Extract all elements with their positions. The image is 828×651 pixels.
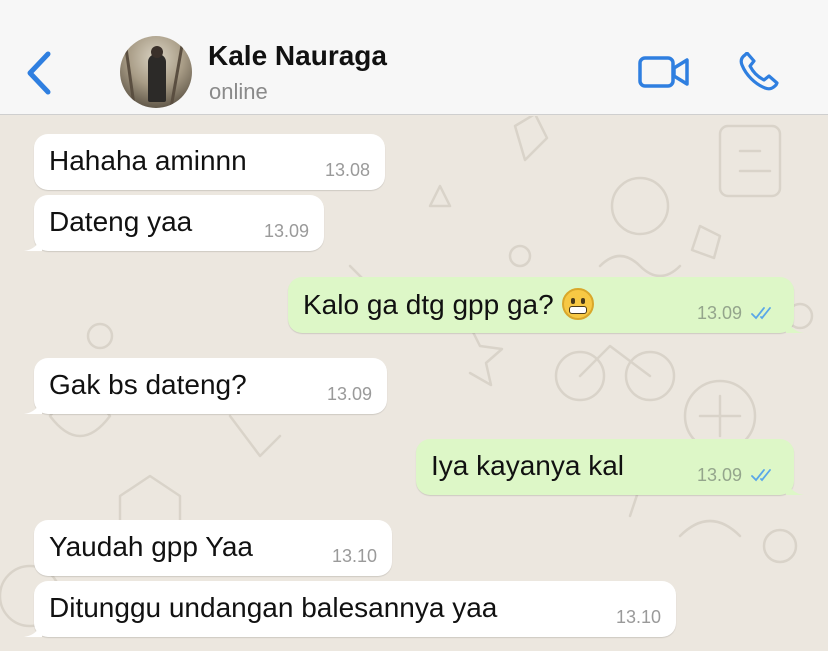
message-text: Gak bs dateng? bbox=[49, 369, 247, 400]
message-bubble-incoming[interactable]: Gak bs dateng? 13.09 bbox=[24, 358, 387, 414]
message-time: 13.08 bbox=[324, 160, 370, 180]
chevron-left-icon[interactable] bbox=[22, 50, 56, 96]
message-text: Hahaha aminnn bbox=[49, 145, 247, 176]
message-text: Ditunggu undangan balesannya yaa bbox=[49, 592, 498, 623]
grimacing-face-emoji bbox=[561, 288, 594, 320]
phone-icon[interactable] bbox=[738, 52, 780, 92]
message-bubble-outgoing[interactable]: Kalo ga dtg gpp ga? 13.09 bbox=[288, 277, 804, 333]
message-bubble-outgoing[interactable]: Iya kayanya kal 13.09 bbox=[416, 439, 804, 495]
double-check-icon bbox=[751, 469, 771, 482]
message-bubble-incoming[interactable]: Yaudah gpp Yaa 13.10 bbox=[34, 520, 392, 576]
chat-header: Kale Nauraga online bbox=[0, 0, 828, 115]
message-text: Yaudah gpp Yaa bbox=[49, 531, 253, 562]
message-time: 13.10 bbox=[615, 607, 661, 627]
message-time: 13.09 bbox=[696, 465, 742, 485]
message-bubble-incoming[interactable]: Dateng yaa 13.09 bbox=[24, 195, 324, 251]
avatar[interactable] bbox=[120, 36, 192, 108]
double-check-icon bbox=[751, 307, 771, 320]
message-time: 13.09 bbox=[326, 384, 372, 404]
message-bubble-incoming[interactable]: Hahaha aminnn 13.08 bbox=[34, 134, 385, 190]
message-text: Dateng yaa bbox=[49, 206, 193, 237]
message-bubble-incoming[interactable]: Ditunggu undangan balesannya yaa 13.10 bbox=[24, 581, 676, 637]
contact-name[interactable]: Kale Nauraga bbox=[208, 40, 387, 72]
message-time: 13.09 bbox=[696, 303, 742, 323]
contact-status: online bbox=[209, 79, 268, 104]
message-time: 13.10 bbox=[331, 546, 377, 566]
message-text: Iya kayanya kal bbox=[431, 450, 624, 481]
message-time: 13.09 bbox=[263, 221, 309, 241]
message-text: Kalo ga dtg gpp ga? bbox=[303, 288, 594, 321]
video-camera-icon[interactable] bbox=[638, 55, 690, 89]
message-list[interactable]: Hahaha aminnn 13.08 Dateng yaa 13.09 Kal… bbox=[0, 116, 828, 651]
